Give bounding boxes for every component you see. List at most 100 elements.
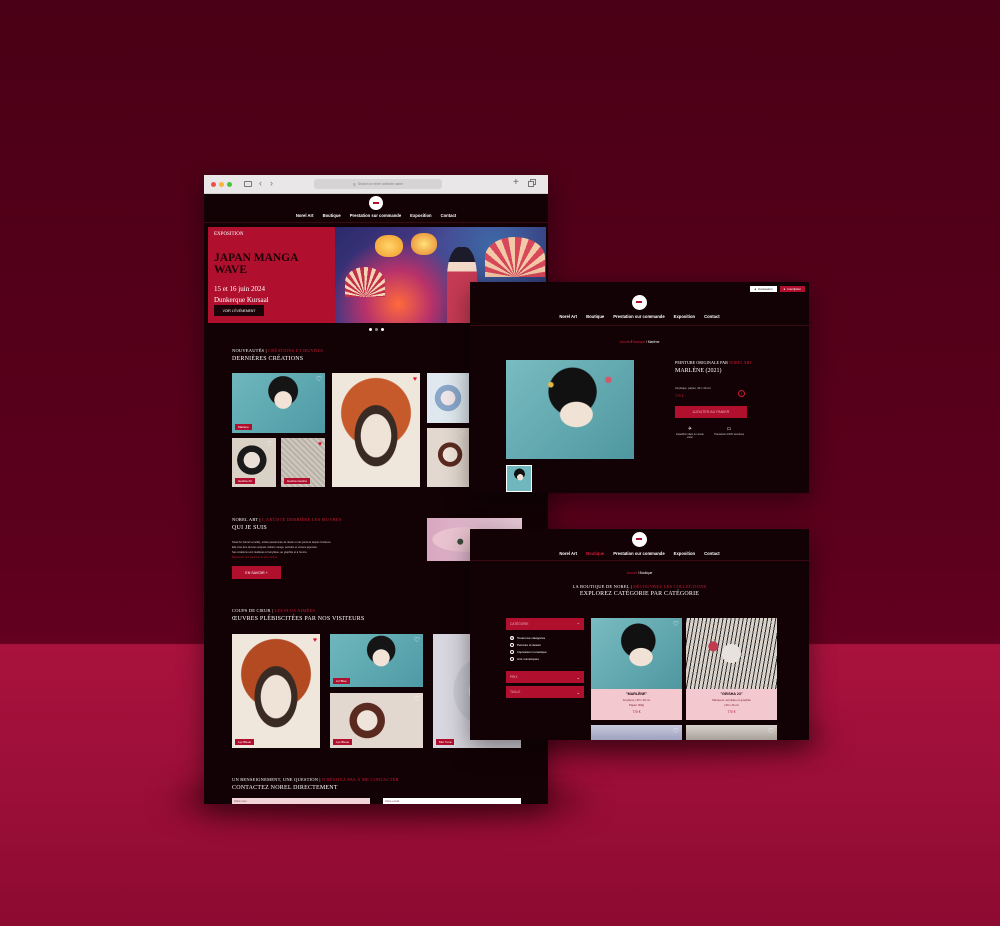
artwork-girl-large[interactable]: ♥	[332, 373, 420, 487]
sidebar-icon[interactable]	[244, 181, 252, 187]
nav-contact[interactable]: Contact	[441, 213, 457, 218]
product-card-image-partial[interactable]: ♡	[686, 725, 777, 740]
search-icon: ⚲	[352, 181, 356, 187]
login-button[interactable]: ● Connexion	[750, 286, 777, 292]
main-nav: Norel Art Boutique Prestation sur comman…	[204, 213, 548, 218]
nav-contact[interactable]: Contact	[704, 314, 720, 319]
breadcrumb-current: Marlène	[647, 340, 660, 344]
tabs-overview-icon[interactable]	[528, 181, 534, 187]
product-card[interactable]: ♡ "GEISHA 23" Marqueur, acrylique et gra…	[686, 618, 777, 720]
carousel-dot[interactable]	[375, 328, 378, 331]
artwork-geisha-23[interactable]: ♡ Geisha 23	[232, 438, 276, 487]
chevron-down-icon: ⌄	[576, 674, 580, 680]
nav-boutique[interactable]: Boutique	[323, 213, 341, 218]
nav-norel-art[interactable]: Norel Art	[559, 551, 577, 556]
nav-boutique[interactable]: Boutique	[586, 551, 604, 556]
shop-title: EXPLOREZ CATÉGORIE PAR CATÉGORIE	[579, 591, 700, 597]
breadcrumb-home[interactable]: Accueil	[620, 340, 630, 344]
register-label: Inscription	[787, 287, 801, 291]
site-logo[interactable]	[632, 295, 647, 310]
site-logo[interactable]	[369, 196, 383, 210]
radio-icon	[510, 657, 514, 661]
about-more-button[interactable]: EN SAVOIR +	[232, 566, 281, 579]
product-card-image: ♡	[686, 618, 777, 689]
category-option[interactable]: Toutes les catégories	[510, 636, 547, 640]
favorite-heart-icon[interactable]: ♡	[673, 621, 679, 628]
filter-category[interactable]: CATÉGORIE ⌃	[506, 618, 584, 630]
close-dot-icon[interactable]	[211, 182, 216, 187]
category-option[interactable]: Arts numériques	[510, 657, 547, 661]
favorite-heart-icon[interactable]: ♡	[673, 728, 679, 735]
artwork-tag: Geisha Geisha	[284, 478, 310, 484]
option-label: Toutes les catégories	[517, 636, 546, 640]
artwork-marlene[interactable]: ♡ Marlene	[232, 373, 325, 433]
register-button[interactable]: ● Inscription	[779, 286, 805, 292]
about-kicker: NOREL ART | L'ARTISTE DERRIÈRE LES ŒUVRE…	[232, 517, 342, 522]
maximize-dot-icon[interactable]	[227, 182, 232, 187]
breadcrumb-home[interactable]: Accueil	[627, 571, 637, 575]
favorite-heart-icon[interactable]: ♡	[316, 376, 322, 383]
nav-prestation[interactable]: Prestation sur commande	[350, 213, 401, 218]
favorite-masked-girl[interactable]: ♡ Lys Bleue	[330, 693, 423, 748]
favorite-girl-large[interactable]: ♥ Lys Bleue	[232, 634, 320, 748]
contact-kicker: UN RENSEIGNEMENT, UNE QUESTION | N'HÉSIT…	[232, 777, 399, 782]
nav-norel-art[interactable]: Norel Art	[296, 213, 314, 218]
shop-page-window: Norel Art Boutique Prestation sur comman…	[470, 529, 809, 740]
category-option[interactable]: Impression numérique	[510, 650, 547, 654]
filter-size[interactable]: TAILLE ⌄	[506, 686, 584, 698]
artwork-blue-girl[interactable]: ♡	[427, 373, 469, 423]
artwork-sketch[interactable]: ♥ Geisha Geisha	[281, 438, 325, 487]
minimize-dot-icon[interactable]	[219, 182, 224, 187]
info-icon[interactable]: i	[738, 390, 745, 397]
contact-name-field[interactable]: Votre nom	[232, 798, 370, 804]
carousel-dot[interactable]	[381, 328, 384, 331]
favorite-heart-filled-icon[interactable]: ♥	[413, 376, 417, 383]
product-card[interactable]: ♡ "MARLÈNE" Acrylique | 30 x 40 cm Papie…	[591, 618, 682, 720]
new-tab-icon[interactable]: +	[513, 177, 519, 188]
about-text: Norel Art (Norel Leveillé), artiste pass…	[232, 540, 422, 560]
favorite-heart-filled-icon[interactable]: ♥	[318, 441, 322, 448]
favorite-heart-icon[interactable]: ♡	[460, 431, 466, 438]
nav-prestation[interactable]: Prestation sur commande	[613, 314, 664, 319]
breadcrumb-shop[interactable]: Boutique	[633, 340, 646, 344]
add-to-cart-button[interactable]: AJOUTER AU PANIER	[675, 406, 747, 418]
back-icon[interactable]: ‹	[259, 178, 262, 188]
site-logo[interactable]	[632, 532, 647, 547]
category-options: Toutes les catégories Peinture et dessin…	[510, 636, 547, 661]
favorite-marlene[interactable]: ♡ Liz Blue	[330, 634, 423, 687]
nav-exposition[interactable]: Exposition	[674, 551, 695, 556]
favorite-heart-icon[interactable]: ♡	[267, 441, 273, 448]
favorite-heart-filled-icon[interactable]: ♥	[313, 637, 317, 644]
favorite-heart-icon[interactable]: ♡	[768, 728, 774, 735]
address-bar[interactable]: ⚲ Search or enter website name	[314, 179, 442, 189]
nav-exposition[interactable]: Exposition	[674, 314, 695, 319]
product-card-image-partial[interactable]: ♡	[591, 725, 682, 740]
news-title: DERNIÈRES CRÉATIONS	[232, 356, 304, 362]
favorite-heart-icon[interactable]: ♡	[768, 621, 774, 628]
contact-email-field[interactable]: Votre email	[383, 798, 521, 804]
favorite-heart-icon[interactable]: ♡	[414, 637, 420, 644]
contact-title: CONTACTEZ NOREL DIRECTEMENT	[232, 785, 338, 791]
hero-event-button[interactable]: VOIR L'ÉVÉNEMENT	[214, 305, 264, 316]
nav-prestation[interactable]: Prestation sur commande	[613, 551, 664, 556]
shop-kicker-red: DÉCOUVREZ LES COLLECTIONS	[633, 584, 707, 589]
category-option[interactable]: Peinture et dessin	[510, 643, 547, 647]
filter-price[interactable]: PRIX ⌄	[506, 671, 584, 683]
main-nav: Norel Art Boutique Prestation sur comman…	[470, 314, 809, 319]
forward-icon[interactable]: ›	[270, 178, 273, 188]
nav-contact[interactable]: Contact	[704, 551, 720, 556]
about-title: QUI JE SUIS	[232, 525, 267, 531]
carousel-dot[interactable]	[369, 328, 372, 331]
favorite-heart-icon[interactable]: ♡	[414, 696, 420, 703]
artwork-masked-girl[interactable]: ♡	[427, 428, 469, 487]
nav-boutique[interactable]: Boutique	[586, 314, 604, 319]
product-breadcrumb: Accueil / Boutique / Marlène	[619, 340, 660, 344]
favorite-heart-icon[interactable]: ♡	[460, 376, 466, 383]
product-name: MARLÈNE (2021)	[675, 368, 722, 374]
product-card-body: "MARLÈNE" Acrylique | 30 x 40 cm Papier …	[591, 689, 682, 720]
nav-norel-art[interactable]: Norel Art	[559, 314, 577, 319]
nav-exposition[interactable]: Exposition	[410, 213, 431, 218]
product-thumbnail[interactable]	[506, 465, 532, 492]
feature-secure-text: Transaction 100% sécurisée	[713, 433, 745, 436]
chevron-down-icon: ⌄	[576, 689, 580, 695]
